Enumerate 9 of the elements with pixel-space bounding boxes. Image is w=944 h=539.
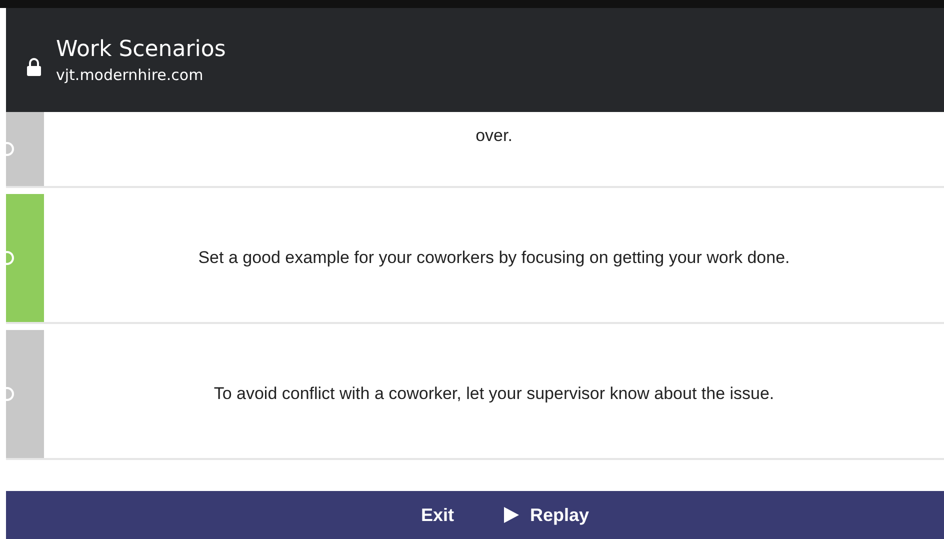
play-icon (502, 506, 520, 524)
exit-button[interactable]: Exit (416, 500, 458, 530)
page-url: vjt.modernhire.com (56, 66, 204, 84)
replay-button[interactable]: Replay (498, 500, 594, 530)
option-text: over. (474, 125, 514, 147)
page-title: Work Scenarios (56, 36, 226, 62)
option-text: To avoid conflict with a coworker, let your supervisor know about the issue. (212, 383, 776, 405)
option-text: Set a good example for your coworkers by focusing on getting your work done. (197, 247, 791, 269)
lock-icon (26, 57, 42, 77)
